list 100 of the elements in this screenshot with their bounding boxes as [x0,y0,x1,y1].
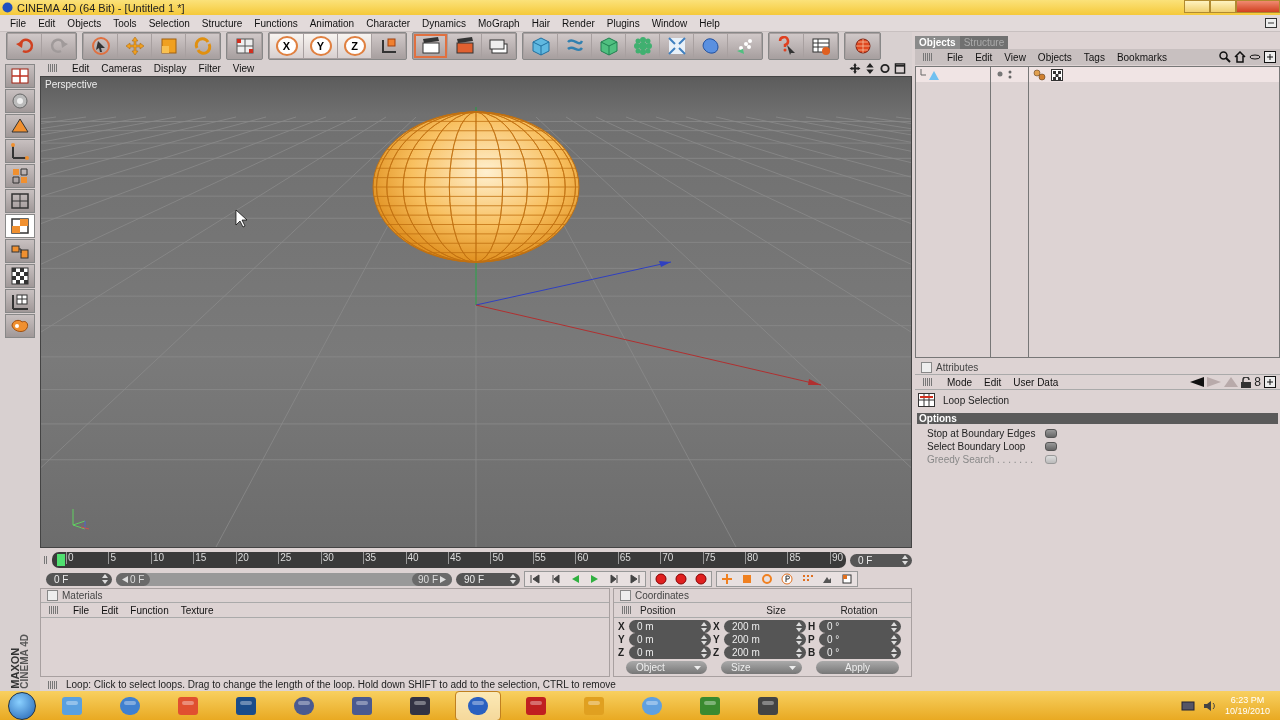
home-icon[interactable] [1234,51,1246,63]
back-arrow-icon[interactable] [1190,377,1205,387]
clapperboard-button[interactable] [414,34,447,58]
axis-lock-button[interactable]: Y [304,34,337,58]
minimize-button[interactable] [1184,0,1210,13]
cube-button[interactable] [524,34,557,58]
mode-button[interactable] [5,214,35,238]
coordinate-field[interactable]: 0 m [629,620,711,633]
move-view-icon[interactable] [849,62,861,74]
menu-item[interactable]: Plugins [600,17,646,29]
grip-handle[interactable] [49,606,59,614]
record-button[interactable] [691,572,711,586]
menu-item[interactable]: Window [645,17,694,29]
menu-item[interactable]: Tools [107,17,143,29]
coordinate-field[interactable]: 200 m [724,620,806,633]
coordinate-field[interactable]: 0 ° [819,620,901,633]
range-start-handle[interactable]: 0 F [116,572,151,586]
menu-item[interactable]: Hair [525,17,556,29]
pointer-button[interactable] [84,34,117,58]
menu-item[interactable]: View [998,51,1032,63]
menu-item[interactable]: Cameras [95,62,148,74]
grip-handle[interactable] [48,64,58,72]
coordinate-field[interactable]: 0 ° [819,646,901,659]
network-icon[interactable] [1180,700,1195,712]
coordinate-system-button[interactable] [372,34,405,58]
menu-item[interactable]: Filter [192,62,227,74]
undo-button[interactable] [8,34,41,58]
grip-handle[interactable] [622,606,632,614]
menu-item[interactable]: File [941,51,970,63]
range-slider[interactable]: 0 F 90 F [116,572,452,586]
menu-item[interactable]: Texture [174,604,220,616]
spinner-icon[interactable] [891,634,897,645]
taskbar-app-button[interactable] [456,692,500,720]
arrows-button[interactable] [660,34,693,58]
menu-item[interactable]: Mode [941,376,978,388]
spinner-icon[interactable] [796,621,802,632]
grip-handle[interactable] [48,680,58,689]
clapperboard-button[interactable] [448,34,481,58]
tag-spheres-icon[interactable] [1033,68,1047,81]
spinner-icon[interactable] [701,634,707,645]
coordinate-field[interactable]: 200 m [724,646,806,659]
grip-handle[interactable] [44,556,48,564]
ellipse-icon[interactable] [1249,51,1261,63]
menu-item[interactable]: Function [124,604,175,616]
menu-item[interactable]: Functions [248,17,304,29]
record-button[interactable] [651,572,671,586]
spinner-icon[interactable] [701,647,707,658]
timeline-ruler[interactable]: 0 5 10 15 20 25 30 35 40 45 50 55 60 65 70 75 80 85 90 [52,552,846,568]
go-to-end-button[interactable] [625,572,645,586]
rotate-view-icon[interactable] [879,62,891,74]
menu-item[interactable]: Edit [32,17,62,29]
coordinate-field[interactable]: 0 m [629,646,711,659]
spinner-icon[interactable] [891,621,897,632]
spinner-icon[interactable] [796,634,802,645]
current-frame-field[interactable]: 0 F [850,553,912,567]
help-button[interactable] [770,34,803,58]
menu-item[interactable]: Objects [61,17,108,29]
menu-item[interactable]: Selection [142,17,196,29]
menu-item[interactable]: Display [147,62,193,74]
go-to-start-button[interactable] [525,572,545,586]
menu-item[interactable]: MoGraph [472,17,526,29]
panel-checkbox[interactable] [620,590,631,601]
axis-lock-button[interactable]: X [270,34,303,58]
coordinate-field[interactable]: 200 m [724,633,806,646]
coordinate-field[interactable]: 0 ° [819,633,901,646]
spinner-icon[interactable] [102,574,108,584]
spinner-icon[interactable] [701,621,707,632]
spline-button[interactable] [558,34,591,58]
new-panel-icon[interactable] [1264,376,1276,388]
spinner-icon[interactable] [796,647,802,658]
viewport[interactable]: Perspective [40,76,912,548]
spinner-icon[interactable] [891,647,897,658]
volume-icon[interactable] [1202,700,1217,712]
axis-lock-button[interactable]: Z [338,34,371,58]
menu-item[interactable]: Animation [303,17,361,29]
table-button[interactable] [804,34,837,58]
start-button[interactable] [8,692,36,720]
option-checkbox[interactable] [1045,442,1057,451]
sphere-drawing[interactable] [372,111,580,263]
range-end-handle[interactable]: 90 F [412,572,452,586]
coordinate-field[interactable]: 0 m [629,633,711,646]
menu-item[interactable]: Edit [95,604,125,616]
menu-item[interactable]: File [67,604,96,616]
menu-item[interactable]: Objects [1031,51,1078,63]
search-icon[interactable] [1219,51,1231,63]
zoom-view-icon[interactable] [864,62,876,74]
menu-item[interactable]: Bookmarks [1110,51,1173,63]
new-panel-icon[interactable] [1264,51,1276,63]
layout-icon[interactable] [1265,18,1277,28]
blob-button[interactable] [694,34,727,58]
mode-button[interactable] [5,264,35,288]
texture-tag-icon[interactable] [1051,68,1063,81]
option-checkbox[interactable] [1045,429,1057,438]
menu-item[interactable]: User Data [1007,376,1065,388]
menu-item[interactable]: Edit [66,62,96,74]
grip-handle[interactable] [923,53,933,61]
start-frame-field[interactable]: 0 F [46,572,112,586]
maximize-button[interactable] [1210,0,1236,13]
mode-button[interactable] [5,289,35,313]
menu-item[interactable]: Edit [969,51,999,63]
